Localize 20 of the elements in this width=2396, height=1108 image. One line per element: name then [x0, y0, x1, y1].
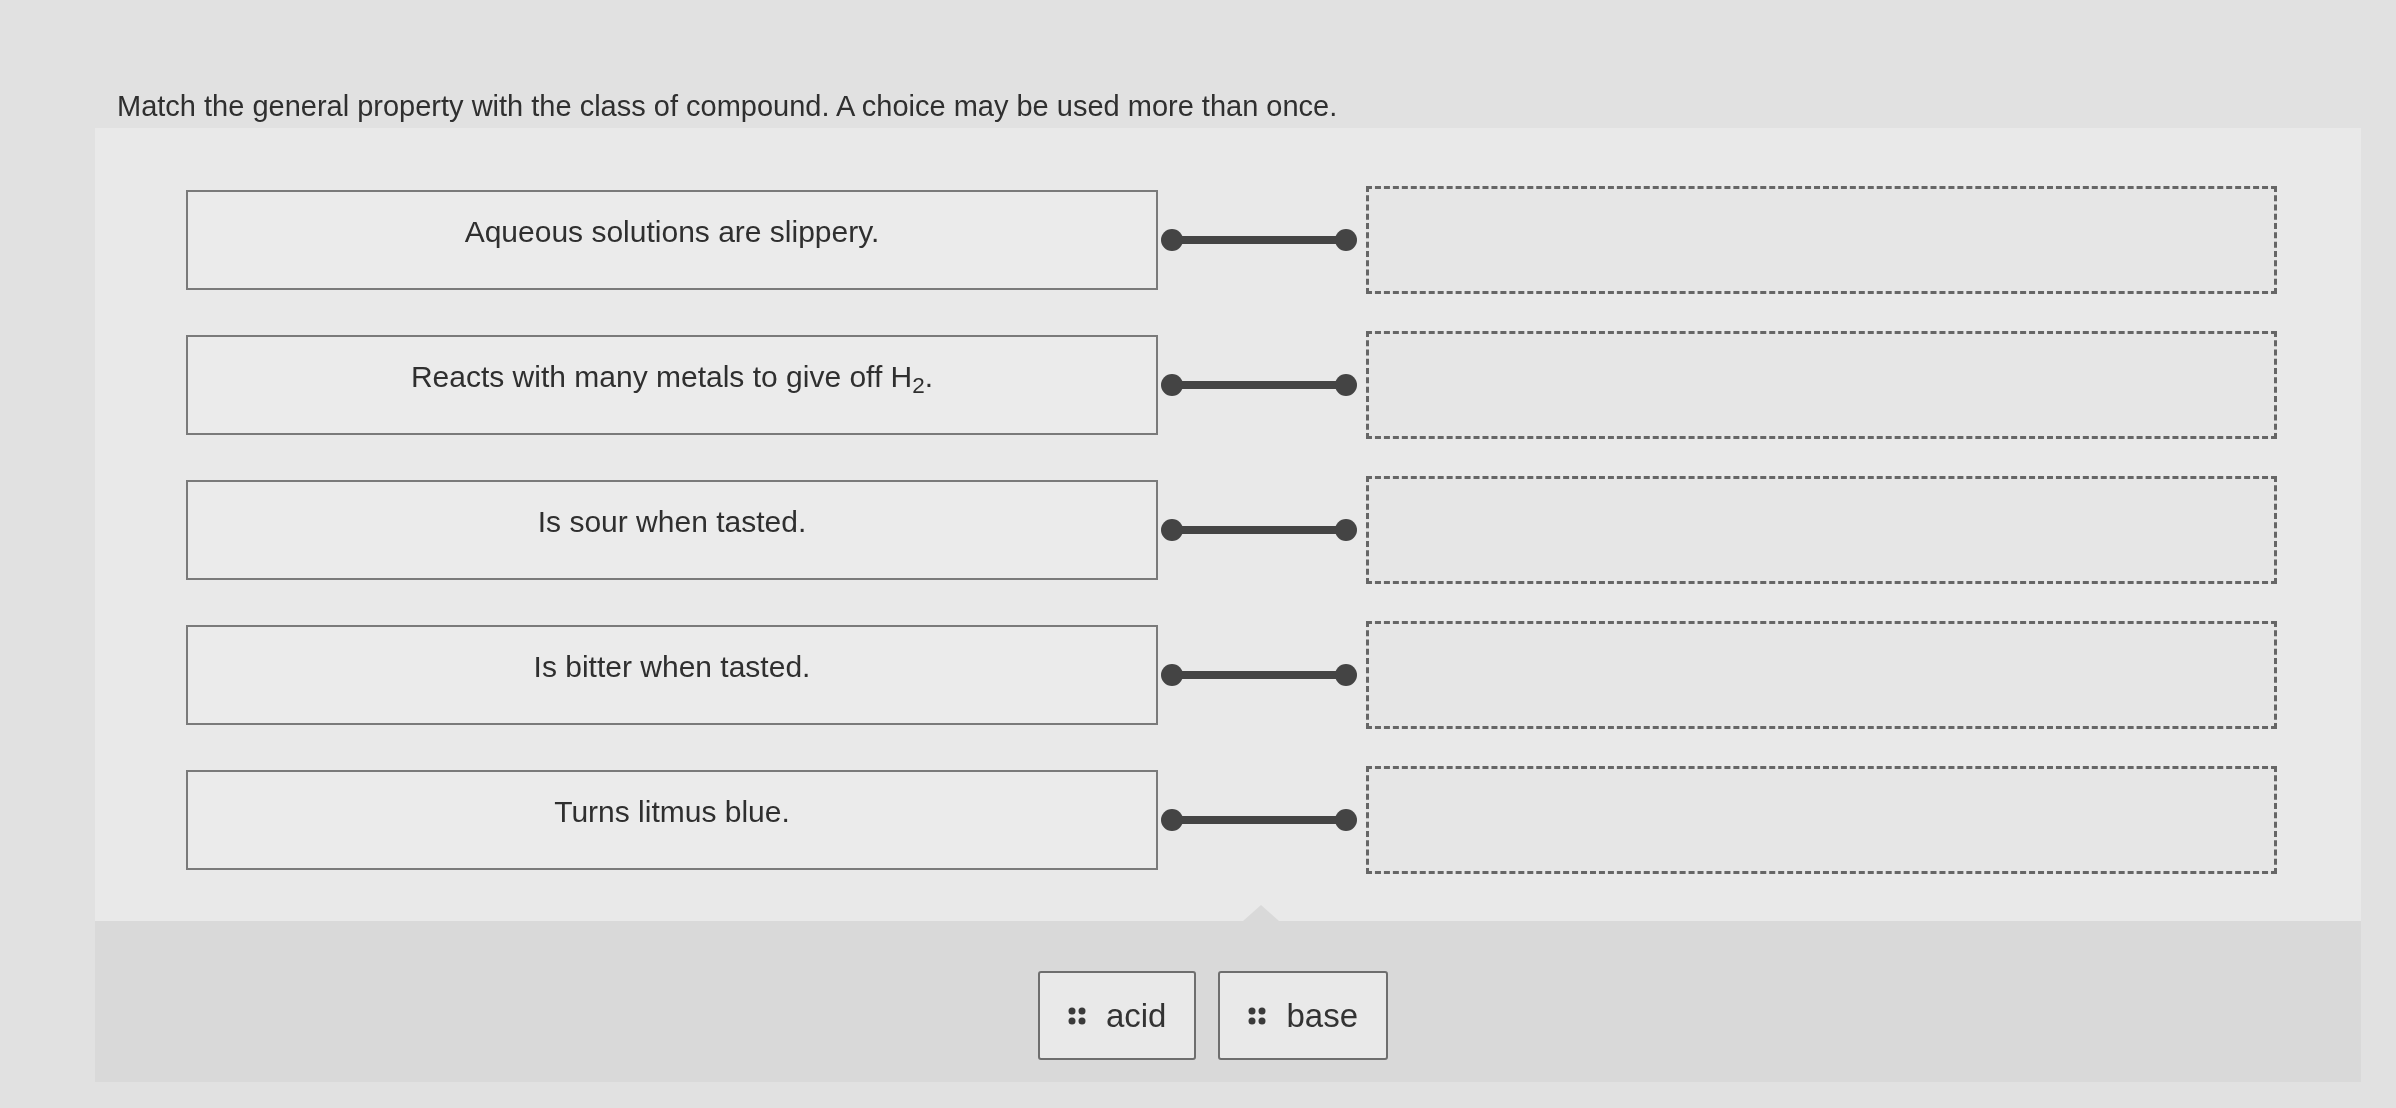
connector-icon: [1160, 662, 1358, 688]
drop-zone[interactable]: [1366, 186, 2277, 294]
drag-handle-icon: [1067, 1006, 1086, 1025]
statement-text: Reacts with many metals to give off H$_{2}$.: [410, 359, 934, 395]
drop-zone[interactable]: [1366, 331, 2277, 439]
drop-zone[interactable]: [1366, 621, 2277, 729]
statement-text: Turns litmus blue.: [554, 794, 790, 830]
connector-icon: [1160, 517, 1358, 543]
drag-handle-icon: [1248, 1006, 1267, 1025]
statement-text: Aqueous solutions are slippery.: [464, 214, 880, 250]
connector-icon: [1160, 807, 1358, 833]
drop-zone[interactable]: [1366, 476, 2277, 584]
connector-icon: [1160, 372, 1358, 398]
statement-text: Is sour when tasted.: [537, 504, 807, 540]
drop-zone[interactable]: [1366, 766, 2277, 874]
choice-chip[interactable]: base: [1218, 971, 1389, 1060]
connector-icon: [1160, 227, 1358, 253]
choice-chip[interactable]: acid: [1037, 971, 1197, 1060]
question-prompt: Match the general property with the class of compound. A choice may be used more than once.: [117, 89, 1338, 124]
statement-text: Is bitter when tasted.: [533, 649, 811, 685]
